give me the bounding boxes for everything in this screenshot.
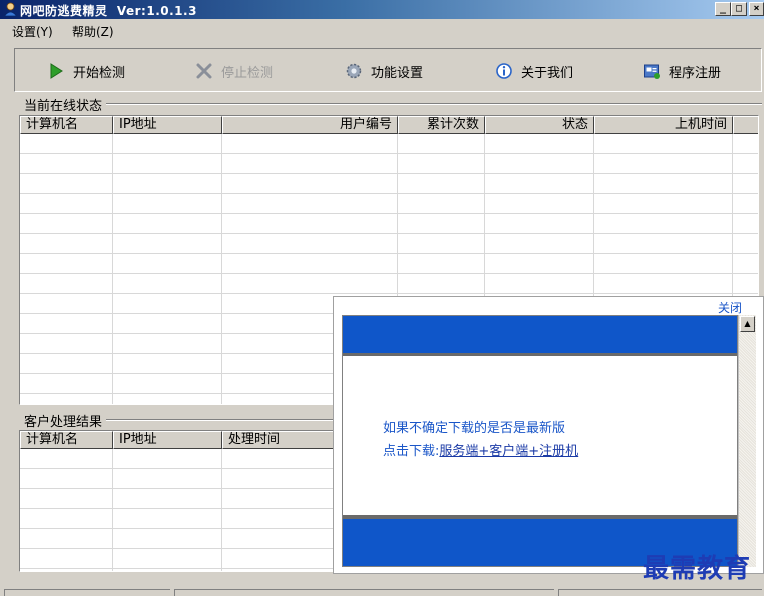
close-button[interactable]: ×	[749, 2, 764, 16]
stop-x-icon	[196, 63, 212, 79]
popup-download-prefix: 点击下载:	[383, 444, 440, 459]
gear-icon	[346, 63, 362, 79]
grid-line	[221, 134, 222, 404]
grid-line	[20, 508, 348, 509]
col-filler	[733, 116, 758, 134]
status-bar	[0, 588, 764, 596]
col-computer-name[interactable]: 计算机名	[20, 431, 113, 449]
grid-line	[20, 173, 758, 174]
grid-line	[20, 468, 348, 469]
window-title: 网吧防逃费精灵 Ver:1.0.1.3	[20, 4, 197, 18]
grid-line	[20, 253, 758, 254]
menu-help[interactable]: 帮助(Z)	[72, 23, 114, 40]
grid-line	[20, 293, 758, 294]
maximize-button[interactable]: □	[731, 2, 747, 16]
grid-line	[20, 568, 348, 569]
register-card-icon	[644, 64, 660, 79]
group-divider	[106, 103, 762, 105]
app-person-icon	[3, 2, 18, 17]
about-us-label: 关于我们	[521, 65, 574, 81]
popup-message: 如果不确定下载的是否是最新版	[383, 421, 566, 436]
col-total-count[interactable]: 累计次数	[398, 116, 485, 134]
popup-download-link[interactable]: 服务端+客户端+注册机	[439, 444, 578, 459]
col-user-id[interactable]: 用户编号	[222, 116, 398, 134]
play-icon	[50, 63, 63, 79]
program-register-button[interactable]: 程序注册	[643, 61, 721, 81]
group-divider	[106, 419, 334, 421]
results-list-header: 计算机名 IP地址 处理时间	[20, 431, 348, 449]
grid-line	[20, 273, 758, 274]
grid-line	[20, 528, 348, 529]
grid-line	[20, 488, 348, 489]
grid-line	[20, 233, 758, 234]
grid-line	[20, 213, 758, 214]
col-ip-address[interactable]: IP地址	[113, 431, 222, 449]
client-results-list[interactable]: 计算机名 IP地址 处理时间	[19, 430, 349, 572]
popup-scrollbar[interactable]: ▲	[738, 315, 756, 567]
grid-line	[20, 548, 348, 549]
grid-line	[112, 134, 113, 404]
popup-content-frame: 如果不确定下载的是否是最新版 点击下载:服务端+客户端+注册机	[342, 315, 738, 567]
popup-download-line: 点击下载:服务端+客户端+注册机	[383, 440, 578, 459]
status-pane	[558, 589, 762, 596]
grid-line	[20, 193, 758, 194]
function-settings-button[interactable]: 功能设置	[345, 61, 423, 81]
start-detect-label: 开始检测	[73, 65, 126, 81]
watermark-text: 最需教育	[643, 554, 752, 584]
menu-settings[interactable]: 设置(Y)	[12, 23, 53, 40]
program-register-label: 程序注册	[669, 65, 722, 81]
about-us-button[interactable]: 关于我们	[495, 61, 573, 81]
status-pane	[174, 589, 554, 596]
menu-bar: 设置(Y) 帮助(Z)	[0, 19, 764, 41]
col-computer-name[interactable]: 计算机名	[20, 116, 113, 134]
toolbar: 开始检测 停止检测 功能设置 关于我们 程序注册	[14, 48, 762, 92]
col-status[interactable]: 状态	[485, 116, 594, 134]
col-login-time[interactable]: 上机时间	[594, 116, 733, 134]
minimize-button[interactable]: _	[715, 2, 731, 16]
grid-line	[20, 153, 758, 154]
info-icon	[496, 63, 512, 79]
scroll-up-arrow-icon[interactable]: ▲	[740, 316, 755, 332]
online-list-header: 计算机名 IP地址 用户编号 累计次数 状态 上机时间	[20, 116, 758, 134]
status-pane	[4, 589, 170, 596]
stop-detect-label: 停止检测	[221, 65, 274, 81]
popup-top-band	[343, 316, 737, 356]
col-ip-address[interactable]: IP地址	[113, 116, 222, 134]
stop-detect-button[interactable]: 停止检测	[195, 61, 273, 81]
ad-popup: 关闭 如果不确定下载的是否是最新版 点击下载:服务端+客户端+注册机 ▲	[333, 296, 764, 574]
title-bar: 网吧防逃费精灵 Ver:1.0.1.3 _ □ ×	[0, 0, 764, 19]
start-detect-button[interactable]: 开始检测	[47, 61, 125, 81]
function-settings-label: 功能设置	[371, 65, 424, 81]
col-process-time[interactable]: 处理时间	[222, 431, 348, 449]
popup-close-link[interactable]: 关闭	[718, 299, 742, 316]
online-status-label: 当前在线状态	[24, 99, 103, 114]
client-results-label: 客户处理结果	[24, 415, 103, 430]
